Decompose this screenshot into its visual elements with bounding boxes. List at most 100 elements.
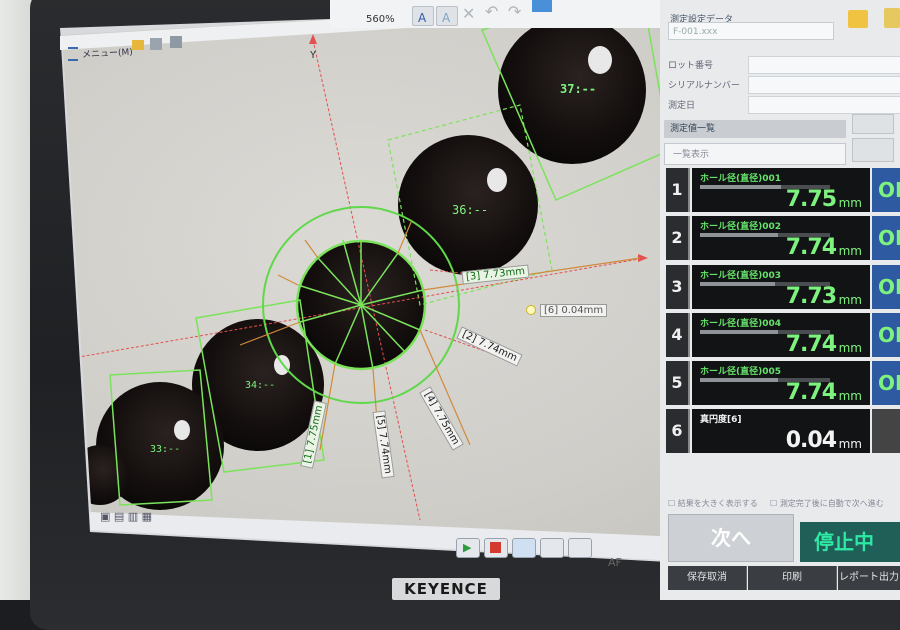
undo-icon[interactable]: ↶ [485, 2, 498, 21]
light-button[interactable] [568, 538, 592, 558]
result-row-unit: mm [838, 437, 862, 451]
brand-logo: KEYENCE [392, 578, 500, 600]
print-icon[interactable] [170, 36, 182, 48]
particle-33-label: 33:-- [150, 444, 181, 455]
result-row-number: 1 [666, 168, 690, 212]
checkbox-large-display[interactable]: ☐ 結果を大きく表示する [668, 498, 758, 509]
result-row-number: 5 [666, 361, 690, 405]
step-button[interactable] [512, 538, 536, 558]
result-row[interactable]: 1ホール径(直径)0017.75mmOK [666, 168, 900, 212]
result-row-value: 7.73 [785, 284, 837, 309]
dropdown-side-button[interactable] [852, 138, 894, 162]
play-icon: ▶ [463, 541, 472, 554]
result-row-unit: mm [838, 196, 862, 210]
result-row-name: ホール径(直径)005 [700, 367, 782, 377]
date-input[interactable] [748, 96, 900, 114]
result-row-value: 7.74 [785, 235, 837, 260]
serial-input[interactable] [748, 76, 900, 94]
result-row-bar-fill [700, 185, 781, 189]
status-stop-button[interactable]: 停止中 [800, 522, 900, 562]
roundness-marker-icon [526, 305, 536, 315]
text-icon: A [418, 11, 427, 25]
footer-cancel-save-button[interactable]: 保存取消 [668, 566, 747, 590]
result-row-unit: mm [838, 244, 862, 258]
menu-hamburger-icon[interactable] [68, 47, 78, 61]
text-tool-button[interactable]: A [412, 6, 434, 26]
stop-icon [490, 542, 501, 553]
result-row[interactable]: 6 真円度[6] 0.04 mm [666, 409, 900, 453]
result-row[interactable]: 2ホール径(直径)0027.74mmOK [666, 216, 900, 260]
display-mode-select[interactable]: 一覧表示 [664, 143, 846, 165]
roundness-label: [6] 0.04mm [540, 304, 608, 317]
particle-36-label: 36:-- [452, 203, 489, 217]
result-row-body: ホール径(直径)001 7.75 mm [692, 168, 870, 212]
result-row-bar-fill [700, 233, 778, 237]
field-label-serial: シリアルナンバー [668, 81, 740, 91]
result-row-name: ホール径(直径)004 [700, 319, 782, 329]
menu-label[interactable]: メニュー(M) [82, 45, 133, 61]
close-icon[interactable]: ✕ [462, 4, 475, 23]
zoom-level[interactable]: 560% [366, 14, 395, 25]
file-name-field[interactable]: F-001.xxx [668, 22, 834, 40]
result-row[interactable]: 5ホール径(直径)0057.74mmOK [666, 361, 900, 405]
folder-icon[interactable] [132, 40, 144, 50]
thumbnail-icons[interactable]: ▣ ▤ ▥ ▦ [100, 510, 152, 523]
measure-tool-button[interactable] [540, 538, 564, 558]
checkbox-auto-next[interactable]: ☐ 測定完了後に自動で次へ進む [770, 498, 884, 509]
result-row-judgement: OK [872, 361, 900, 405]
result-row-bar-fill [700, 282, 776, 286]
folder-open-icon[interactable] [848, 10, 868, 28]
redo-icon[interactable]: ↷ [508, 2, 521, 21]
result-row-judgement: OK [872, 216, 900, 260]
result-row-name: 真円度[6] [700, 415, 742, 425]
text-style-button[interactable]: A [436, 6, 458, 26]
result-row-unit: mm [838, 293, 862, 307]
result-row-body: ホール径(直径)002 7.74 mm [692, 216, 870, 260]
field-label-date: 測定日 [668, 101, 696, 111]
field-label-lot: ロット番号 [668, 61, 714, 71]
result-row-number: 4 [666, 313, 690, 357]
checkbox-large-display-label: 結果を大きく表示する [677, 499, 758, 508]
axis-y-label: Y [310, 50, 317, 61]
lock-icon[interactable] [884, 8, 900, 28]
checkbox-auto-next-label: 測定完了後に自動で次へ進む [779, 499, 884, 508]
result-row-unit: mm [838, 389, 862, 403]
result-row-body: ホール径(直径)005 7.74 mm [692, 361, 870, 405]
select-tool-icon[interactable] [532, 0, 552, 12]
result-row[interactable]: 3ホール径(直径)0037.73mmOK [666, 265, 900, 309]
result-row-name: ホール径(直径)001 [700, 174, 782, 184]
result-row-unit: mm [838, 341, 862, 355]
result-row-judgement [872, 409, 900, 453]
result-row-body: ホール径(直径)004 7.74 mm [692, 313, 870, 357]
footer-print-button[interactable]: 印刷 [748, 566, 837, 590]
next-button[interactable]: 次へ [668, 514, 794, 562]
result-row-value: 0.04 [785, 428, 837, 453]
result-row-name: ホール径(直径)003 [700, 271, 782, 281]
footer-report-button[interactable]: レポート出力 [838, 566, 900, 590]
particle-37-label: 37:-- [560, 82, 597, 96]
result-row-value: 7.74 [785, 332, 837, 357]
results-section-header: 測定値一覧 [664, 120, 846, 138]
autofocus-label[interactable]: AF [608, 556, 622, 569]
result-row[interactable]: 4ホール径(直径)0047.74mmOK [666, 313, 900, 357]
result-row-number: 6 [666, 409, 690, 453]
result-row-value: 7.75 [785, 187, 837, 212]
result-row-judgement: OK [872, 168, 900, 212]
result-row-body: 真円度[6] 0.04 mm [692, 409, 870, 453]
result-row-number: 3 [666, 265, 690, 309]
play-button[interactable]: ▶ [456, 538, 480, 558]
result-row-number: 2 [666, 216, 690, 260]
lot-input[interactable] [748, 56, 900, 74]
result-row-value: 7.74 [785, 380, 837, 405]
result-row-bar-fill [700, 378, 778, 382]
section-option-button[interactable] [852, 114, 894, 134]
particle-34-label: 34:-- [245, 380, 276, 391]
save-icon[interactable] [150, 38, 162, 50]
result-row-judgement: OK [872, 313, 900, 357]
result-row-body: ホール径(直径)003 7.73 mm [692, 265, 870, 309]
stop-button[interactable] [484, 538, 508, 558]
result-row-name: ホール径(直径)002 [700, 222, 782, 232]
text-outline-icon: A [442, 11, 451, 25]
result-row-judgement: OK [872, 265, 900, 309]
result-row-bar-fill [700, 330, 778, 334]
